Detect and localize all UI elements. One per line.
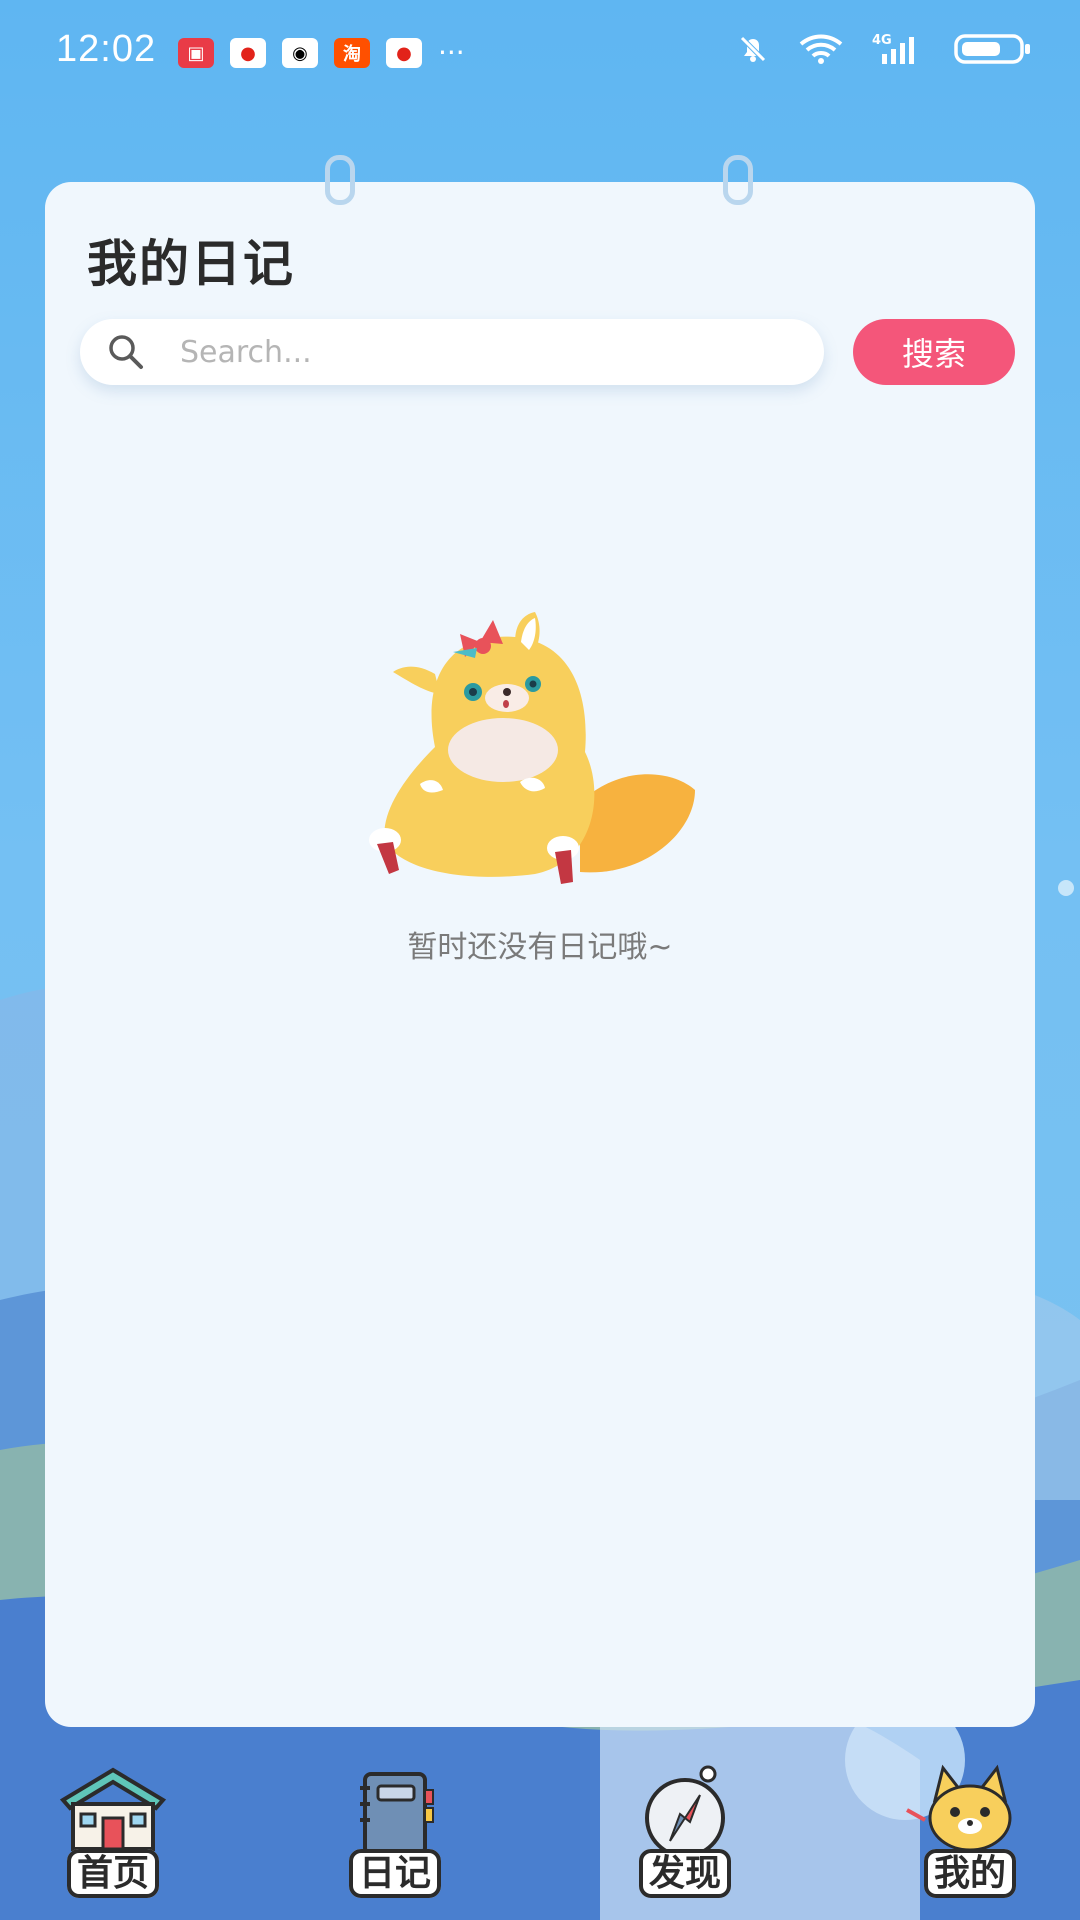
search-icon	[109, 335, 143, 369]
battery-icon	[954, 34, 1030, 64]
huawei-icon: ▣	[178, 38, 214, 68]
nav-label-diary: 日记	[348, 1849, 441, 1898]
taobao-icon: 淘	[334, 38, 370, 68]
nav-label-discover: 发现	[638, 1849, 731, 1898]
qq-icon: ◉	[282, 38, 318, 68]
empty-state-mascot-illustration	[369, 612, 695, 884]
nav-label-home: 首页	[66, 1849, 159, 1898]
more-notifications-icon: ···	[438, 36, 465, 69]
empty-state-message: 暂时还没有日记哦~	[407, 930, 673, 965]
jd-icon: ●	[230, 38, 266, 68]
bottom-navigation: 首页 日记 发现 我的	[0, 1760, 1080, 1920]
search-box[interactable]	[80, 319, 824, 385]
status-time: 12:02	[56, 28, 157, 70]
nav-item-mine[interactable]: 我的	[905, 1760, 1035, 1910]
nav-item-diary[interactable]: 日记	[330, 1760, 460, 1910]
nav-label-mine: 我的	[923, 1849, 1016, 1898]
svg-text:4G: 4G	[872, 33, 892, 48]
mute-bell-icon	[740, 36, 766, 62]
page-title: 我的日记	[87, 235, 295, 293]
wifi-icon	[799, 34, 843, 64]
signal-icon: 4G	[872, 33, 914, 64]
search-button[interactable]: 搜索	[853, 319, 1015, 385]
nav-item-discover[interactable]: 发现	[620, 1760, 750, 1910]
search-input[interactable]	[178, 333, 782, 371]
nav-item-home[interactable]: 首页	[48, 1760, 178, 1910]
diary-card: 我的日记 搜索	[45, 182, 1035, 1727]
binder-ring-right	[723, 155, 753, 205]
system-icons: 4G	[736, 32, 1032, 66]
jd-icon: ●	[386, 38, 422, 68]
notification-icons: ▣ ● ◉ 淘 ● ···	[178, 38, 465, 68]
binder-ring-left	[325, 155, 355, 205]
status-bar: 12:02 ▣ ● ◉ 淘 ● ··· 4G	[0, 0, 1080, 105]
